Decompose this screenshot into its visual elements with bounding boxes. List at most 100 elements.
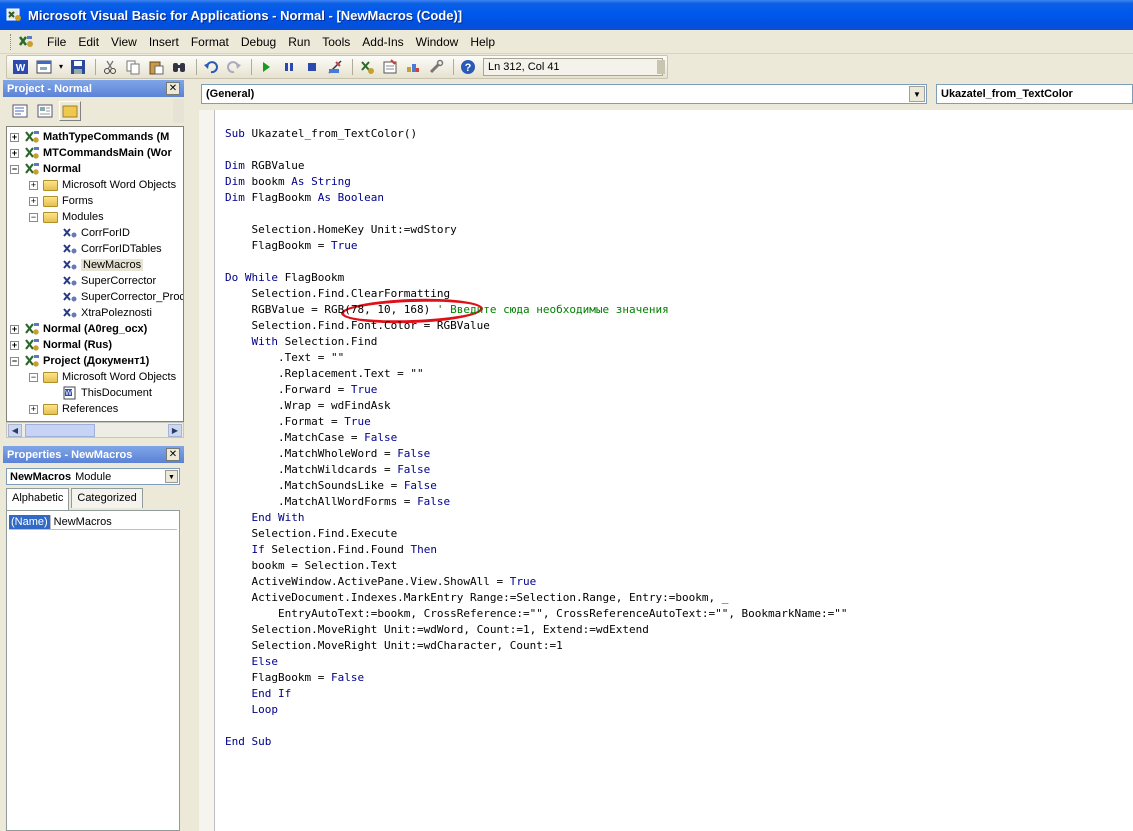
tree-item[interactable]: + Normal (Rus) xyxy=(10,337,112,353)
code-line[interactable]: .MatchWildcards = False xyxy=(225,462,430,478)
tree-item[interactable]: SuperCorrector xyxy=(48,273,156,289)
expand-icon[interactable]: + xyxy=(29,196,38,206)
copy-icon[interactable] xyxy=(123,57,143,77)
code-line[interactable]: Selection.Find.Font.Color = RGBValue xyxy=(225,318,489,334)
menu-format[interactable]: Format xyxy=(185,35,235,49)
view-code-icon[interactable] xyxy=(9,101,31,121)
tree-item[interactable]: NewMacros xyxy=(48,257,144,273)
tree-item[interactable]: + MTCommandsMain (Wor xyxy=(10,145,172,161)
code-line[interactable]: .Forward = True xyxy=(225,382,377,398)
menu-add-ins[interactable]: Add-Ins xyxy=(356,35,409,49)
collapse-icon[interactable]: − xyxy=(29,212,38,222)
menu-view[interactable]: View xyxy=(105,35,143,49)
code-line[interactable]: Dim FlagBookm As Boolean xyxy=(225,190,384,206)
code-line[interactable]: End Sub xyxy=(225,734,271,750)
insert-userform-icon[interactable] xyxy=(34,57,54,77)
menu-window[interactable]: Window xyxy=(410,35,465,49)
properties-close-icon[interactable]: ✕ xyxy=(166,448,180,461)
code-line[interactable]: .Format = True xyxy=(225,414,371,430)
tree-item[interactable]: + Normal (A0reg_осх) xyxy=(10,321,147,337)
view-word-icon[interactable]: W xyxy=(11,57,31,77)
menu-file[interactable]: File xyxy=(41,35,72,49)
code-editor[interactable]: Sub Ukazatel_from_TextColor() Dim RGBValu… xyxy=(215,110,1133,831)
code-line[interactable]: FlagBookm = False xyxy=(225,670,364,686)
collapse-icon[interactable]: − xyxy=(10,164,19,174)
project-horizontal-scrollbar[interactable]: ◀ ▶ xyxy=(6,422,184,438)
code-line[interactable]: If Selection.Find.Found Then xyxy=(225,542,437,558)
break-icon[interactable] xyxy=(279,57,299,77)
menu-help[interactable]: Help xyxy=(464,35,501,49)
undo-icon[interactable] xyxy=(201,57,221,77)
chevron-down-icon[interactable]: ▼ xyxy=(165,470,178,483)
code-line[interactable]: Else xyxy=(225,654,279,670)
procedure-combo[interactable]: Ukazatel_from_TextColor xyxy=(936,84,1133,104)
menu-run[interactable]: Run xyxy=(282,35,316,49)
code-line[interactable]: Dim RGBValue xyxy=(225,158,304,174)
scroll-thumb[interactable] xyxy=(25,424,95,437)
expand-icon[interactable]: + xyxy=(10,340,19,350)
expand-icon[interactable]: + xyxy=(10,148,19,158)
code-line[interactable]: .MatchCase = False xyxy=(225,430,397,446)
code-line[interactable]: EntryAutoText:=bookm, CrossReference:=""… xyxy=(225,606,848,622)
code-line[interactable]: Selection.MoveRight Unit:=wdCharacter, C… xyxy=(225,638,562,654)
code-line[interactable]: FlagBookm = True xyxy=(225,238,357,254)
property-value[interactable]: NewMacros xyxy=(51,516,112,528)
tree-item[interactable]: SuperCorrector_Proc xyxy=(48,289,183,305)
collapse-icon[interactable]: − xyxy=(10,356,19,366)
tree-item[interactable]: XtraPoleznosti xyxy=(48,305,152,321)
object-browser-icon[interactable] xyxy=(403,57,423,77)
save-icon[interactable] xyxy=(68,57,88,77)
code-line[interactable]: Selection.HomeKey Unit:=wdStory xyxy=(225,222,456,238)
menu-insert[interactable]: Insert xyxy=(143,35,185,49)
tree-item[interactable]: CorrForID xyxy=(48,225,130,241)
code-line[interactable]: .MatchSoundsLike = False xyxy=(225,478,437,494)
properties-object-select[interactable]: NewMacros Module ▼ xyxy=(6,468,180,485)
tree-item[interactable]: W ThisDocument xyxy=(48,385,152,401)
tree-item[interactable]: − Modules xyxy=(29,209,104,225)
code-line[interactable]: Loop xyxy=(225,702,279,718)
code-line[interactable]: .Wrap = wdFindAsk xyxy=(225,398,391,414)
expand-icon[interactable]: + xyxy=(10,132,19,142)
code-line[interactable]: Selection.Find.Execute xyxy=(225,526,397,542)
vba-menu-icon[interactable] xyxy=(17,33,35,51)
code-margin[interactable] xyxy=(199,110,215,831)
paste-icon[interactable] xyxy=(146,57,166,77)
code-line[interactable]: ActiveWindow.ActivePane.View.ShowAll = T… xyxy=(225,574,536,590)
code-line[interactable]: With Selection.Find xyxy=(225,334,378,350)
code-line[interactable]: bookm = Selection.Text xyxy=(225,558,397,574)
menu-edit[interactable]: Edit xyxy=(72,35,105,49)
scroll-left-icon[interactable]: ◀ xyxy=(8,424,22,437)
menu-tools[interactable]: Tools xyxy=(316,35,356,49)
code-line[interactable]: Sub Ukazatel_from_TextColor() xyxy=(225,126,417,142)
tree-item[interactable]: + Forms xyxy=(29,193,93,209)
project-explorer-icon[interactable] xyxy=(357,57,377,77)
code-line[interactable]: Selection.MoveRight Unit:=wdWord, Count:… xyxy=(225,622,648,638)
menu-debug[interactable]: Debug xyxy=(235,35,282,49)
tree-item[interactable]: + References xyxy=(29,401,118,417)
cut-icon[interactable] xyxy=(100,57,120,77)
code-line[interactable]: .MatchWholeWord = False xyxy=(225,446,430,462)
project-toolbar-scroll[interactable] xyxy=(173,99,184,123)
toolbox-icon[interactable] xyxy=(426,57,446,77)
code-line[interactable]: RGBValue = RGB(78, 10, 168) ' Введите сю… xyxy=(225,302,668,318)
tree-item[interactable]: + MathTypeCommands (M xyxy=(10,129,169,145)
tab-categorized[interactable]: Categorized xyxy=(71,488,143,508)
tree-item[interactable]: − Normal xyxy=(10,161,81,177)
reset-icon[interactable] xyxy=(302,57,322,77)
collapse-icon[interactable]: − xyxy=(29,372,38,382)
project-close-icon[interactable]: ✕ xyxy=(166,82,180,95)
code-line[interactable]: .Text = "" xyxy=(225,350,344,366)
code-line[interactable]: .MatchAllWordForms = False xyxy=(225,494,450,510)
code-line[interactable]: End If xyxy=(225,686,292,702)
view-object-icon[interactable] xyxy=(34,101,56,121)
tab-alphabetic[interactable]: Alphabetic xyxy=(6,488,70,510)
chevron-down-icon[interactable]: ▼ xyxy=(909,86,925,102)
code-line[interactable]: Selection.Find.ClearFormatting xyxy=(225,286,450,302)
redo-icon[interactable] xyxy=(224,57,244,77)
insert-dropdown-icon[interactable]: ▾ xyxy=(57,57,65,77)
run-icon[interactable] xyxy=(256,57,276,77)
expand-icon[interactable]: + xyxy=(29,404,38,414)
tree-item[interactable]: − Project (Документ1) xyxy=(10,353,149,369)
expand-icon[interactable]: + xyxy=(29,180,38,190)
properties-window-icon[interactable] xyxy=(380,57,400,77)
